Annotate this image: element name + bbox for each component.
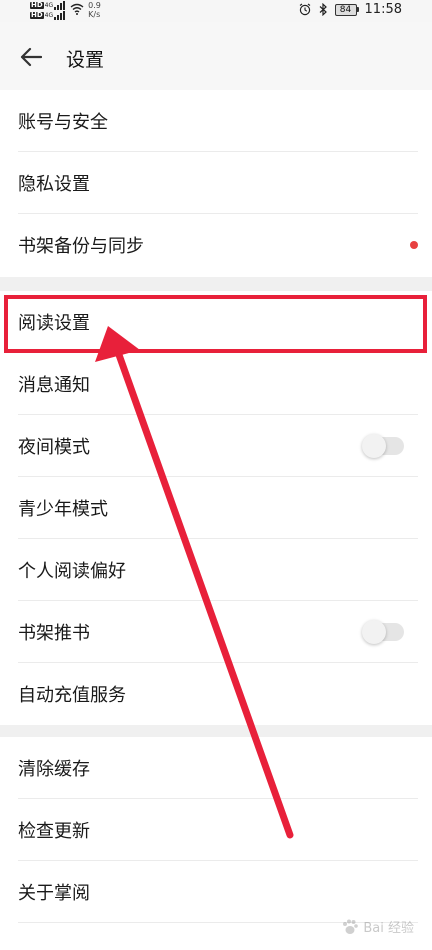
settings-item-label: 阅读设置 (18, 313, 90, 334)
settings-item-reading-settings[interactable]: 阅读设置 (0, 291, 432, 353)
signal-icon-2 (54, 11, 66, 20)
status-bar: HD 4G HD 4G 0.9 K/s 84 11:58 (0, 0, 432, 22)
settings-item-label: 夜间模式 (18, 437, 90, 458)
hd-badge: HD (30, 1, 44, 9)
settings-item-label: 书架备份与同步 (18, 236, 144, 257)
signal-icon (54, 1, 66, 10)
status-left: HD 4G HD 4G 0.9 K/s (30, 1, 101, 20)
settings-item-label: 消息通知 (18, 375, 90, 396)
alarm-icon (299, 3, 310, 16)
settings-item-auto-recharge[interactable]: 自动充值服务 (0, 663, 432, 725)
settings-item-label: 检查更新 (18, 821, 90, 842)
settings-item-check-update[interactable]: 检查更新 (0, 799, 432, 861)
dual-sim-signal: HD 4G HD 4G (30, 1, 66, 20)
paw-logo-icon (343, 919, 359, 934)
battery-icon: 84 (334, 3, 359, 16)
network-speed: 0.9 K/s (88, 1, 101, 19)
watermark: Bai 经验 (341, 917, 414, 936)
settings-item-label: 青少年模式 (18, 499, 108, 520)
wifi-icon (70, 3, 84, 15)
settings-item-teen-mode[interactable]: 青少年模式 (0, 477, 432, 539)
page-title: 设置 (66, 49, 105, 71)
settings-item-clear-cache[interactable]: 清除缓存 (0, 737, 432, 799)
bluetooth-icon (319, 3, 327, 16)
shelf-recommend-toggle[interactable] (362, 620, 404, 644)
night-mode-toggle[interactable] (362, 434, 404, 458)
settings-item-label: 关于掌阅 (18, 883, 90, 904)
battery-level: 84 (334, 3, 357, 16)
watermark-text: Bai 经验 (363, 921, 414, 936)
settings-item-notifications[interactable]: 消息通知 (0, 353, 432, 415)
settings-item-account-security[interactable]: 账号与安全 (0, 90, 432, 152)
section-separator (0, 277, 432, 291)
settings-item-reading-preference[interactable]: 个人阅读偏好 (0, 539, 432, 601)
status-right: 84 11:58 (299, 2, 402, 17)
network-type-label-2: 4G (44, 11, 54, 19)
settings-item-shelf-backup-sync[interactable]: 书架备份与同步 (0, 214, 432, 276)
network-type-label: 4G (44, 1, 54, 9)
hd-badge-2: HD (30, 11, 44, 19)
settings-item-about[interactable]: 关于掌阅 (0, 861, 432, 923)
settings-item-label: 个人阅读偏好 (18, 561, 126, 582)
back-button[interactable] (14, 42, 48, 72)
arrow-left-icon (20, 47, 42, 67)
settings-item-label: 自动充值服务 (18, 685, 126, 706)
status-time: 11:58 (364, 2, 402, 17)
settings-item-night-mode[interactable]: 夜间模式 (0, 415, 432, 477)
settings-item-privacy[interactable]: 隐私设置 (0, 152, 432, 214)
app-header: 设置 (0, 22, 432, 90)
settings-item-label: 清除缓存 (18, 759, 90, 780)
settings-item-label: 书架推书 (18, 623, 90, 644)
settings-item-label: 账号与安全 (18, 112, 108, 133)
new-badge-dot (410, 241, 418, 249)
settings-item-shelf-recommend[interactable]: 书架推书 (0, 601, 432, 663)
section-separator (0, 725, 432, 737)
network-speed-unit: K/s (88, 10, 101, 19)
settings-item-label: 隐私设置 (18, 174, 90, 195)
network-speed-value: 0.9 (88, 1, 101, 10)
